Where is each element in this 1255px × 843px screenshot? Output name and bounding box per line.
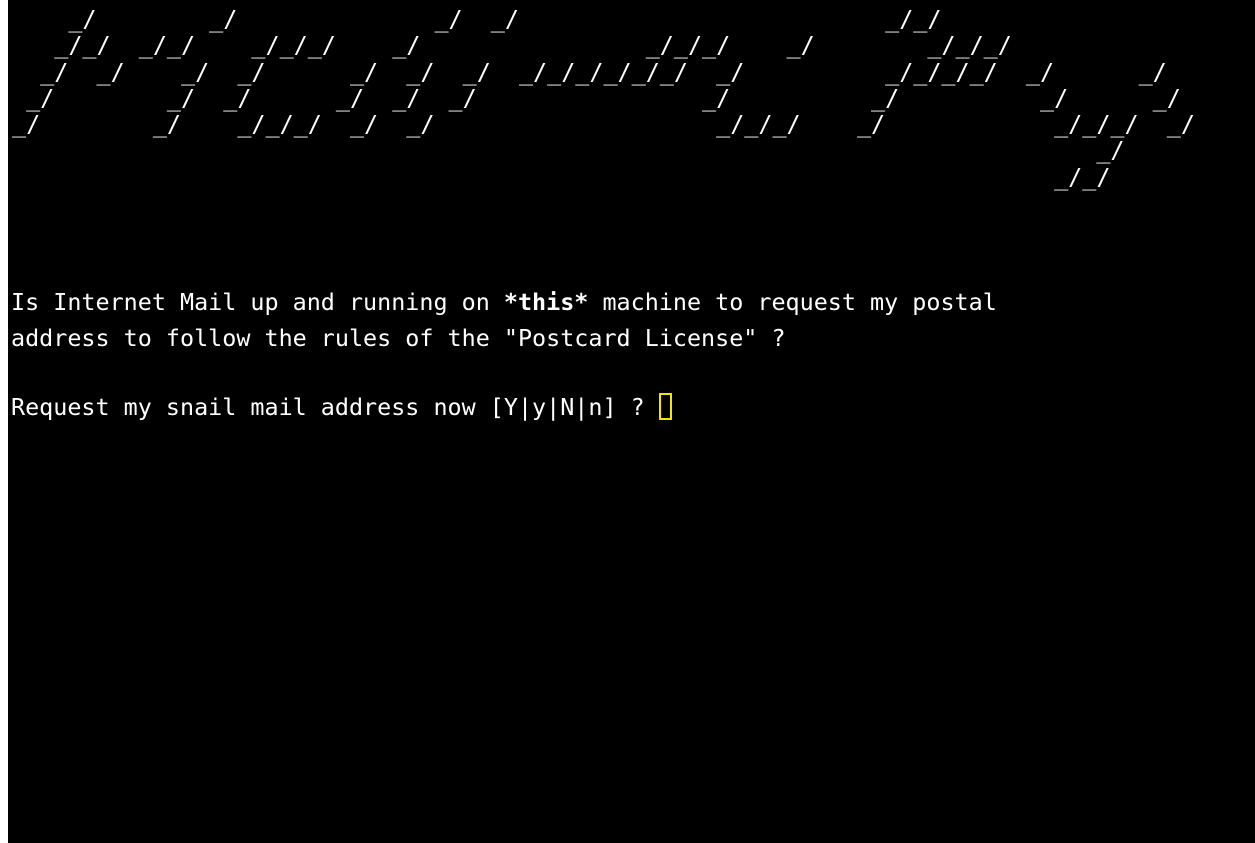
terminal-window[interactable]: _/ _/ _/ _/ _/_/ _/_/ _/_/ _/_/_/ _/ _/_…: [8, 0, 1255, 843]
ascii-art-banner: _/ _/ _/ _/ _/_/ _/_/ _/_/ _/_/_/ _/ _/_…: [12, 5, 1195, 191]
prompt-line: Request my snail mail address now [Y|y|N…: [11, 392, 672, 422]
prompt-text: Request my snail mail address now [Y|y|N…: [11, 393, 659, 421]
message-line-1-start: Is Internet Mail up and running on: [11, 288, 504, 316]
message-line-1: Is Internet Mail up and running on *this…: [11, 287, 997, 317]
message-emphasis: *this*: [503, 288, 589, 316]
message-line-1-end: machine to request my postal: [588, 288, 997, 316]
text-cursor[interactable]: [658, 393, 672, 420]
message-line-2: address to follow the rules of the "Post…: [11, 324, 786, 352]
